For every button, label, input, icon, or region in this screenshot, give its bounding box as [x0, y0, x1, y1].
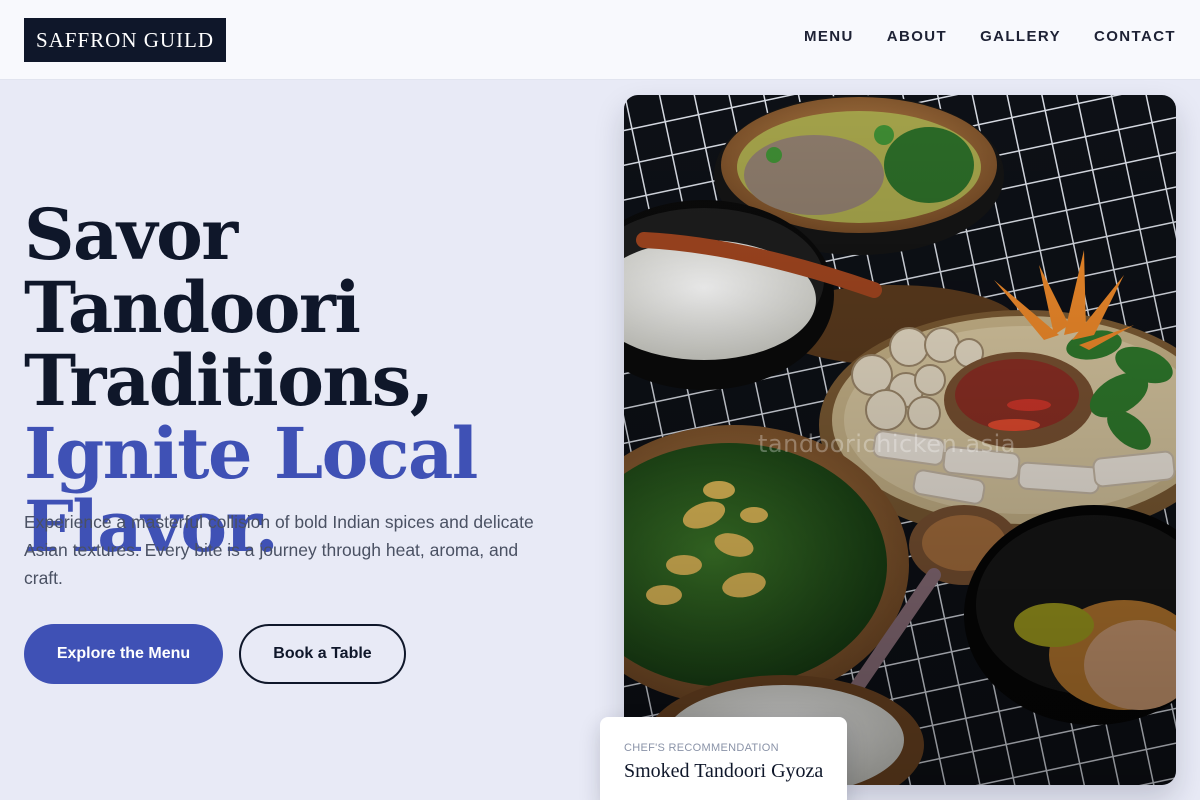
- photo-watermark: tandoorichicken.asia: [758, 430, 1016, 458]
- hero-description: Experience a masterful collision of bold…: [24, 512, 534, 588]
- card-dish-title: Smoked Tandoori Gyoza: [624, 760, 824, 782]
- headline-line-3: Ignite Local: [24, 412, 478, 495]
- headline-line-2: Traditions,: [24, 339, 434, 422]
- chef-recommendation-card[interactable]: Chef's Recommendation Smoked Tandoori Gy…: [600, 717, 847, 800]
- book-table-button[interactable]: Book a Table: [239, 624, 406, 684]
- brand-logo[interactable]: SAFFRON GUILD: [24, 18, 226, 62]
- nav-link-menu[interactable]: MENU: [804, 28, 854, 45]
- card-eyebrow: Chef's Recommendation: [624, 742, 779, 754]
- nav-link-contact[interactable]: CONTACT: [1094, 28, 1176, 45]
- nav-link-about[interactable]: ABOUT: [887, 28, 947, 45]
- nav-link-gallery[interactable]: GALLERY: [980, 28, 1061, 45]
- explore-menu-button[interactable]: Explore the Menu: [24, 624, 223, 684]
- main-nav: MENU ABOUT GALLERY CONTACT: [804, 28, 1176, 45]
- site-header: SAFFRON GUILD MENU ABOUT GALLERY CONTACT: [0, 0, 1200, 80]
- headline-line-1: Savor Tandoori: [24, 193, 361, 349]
